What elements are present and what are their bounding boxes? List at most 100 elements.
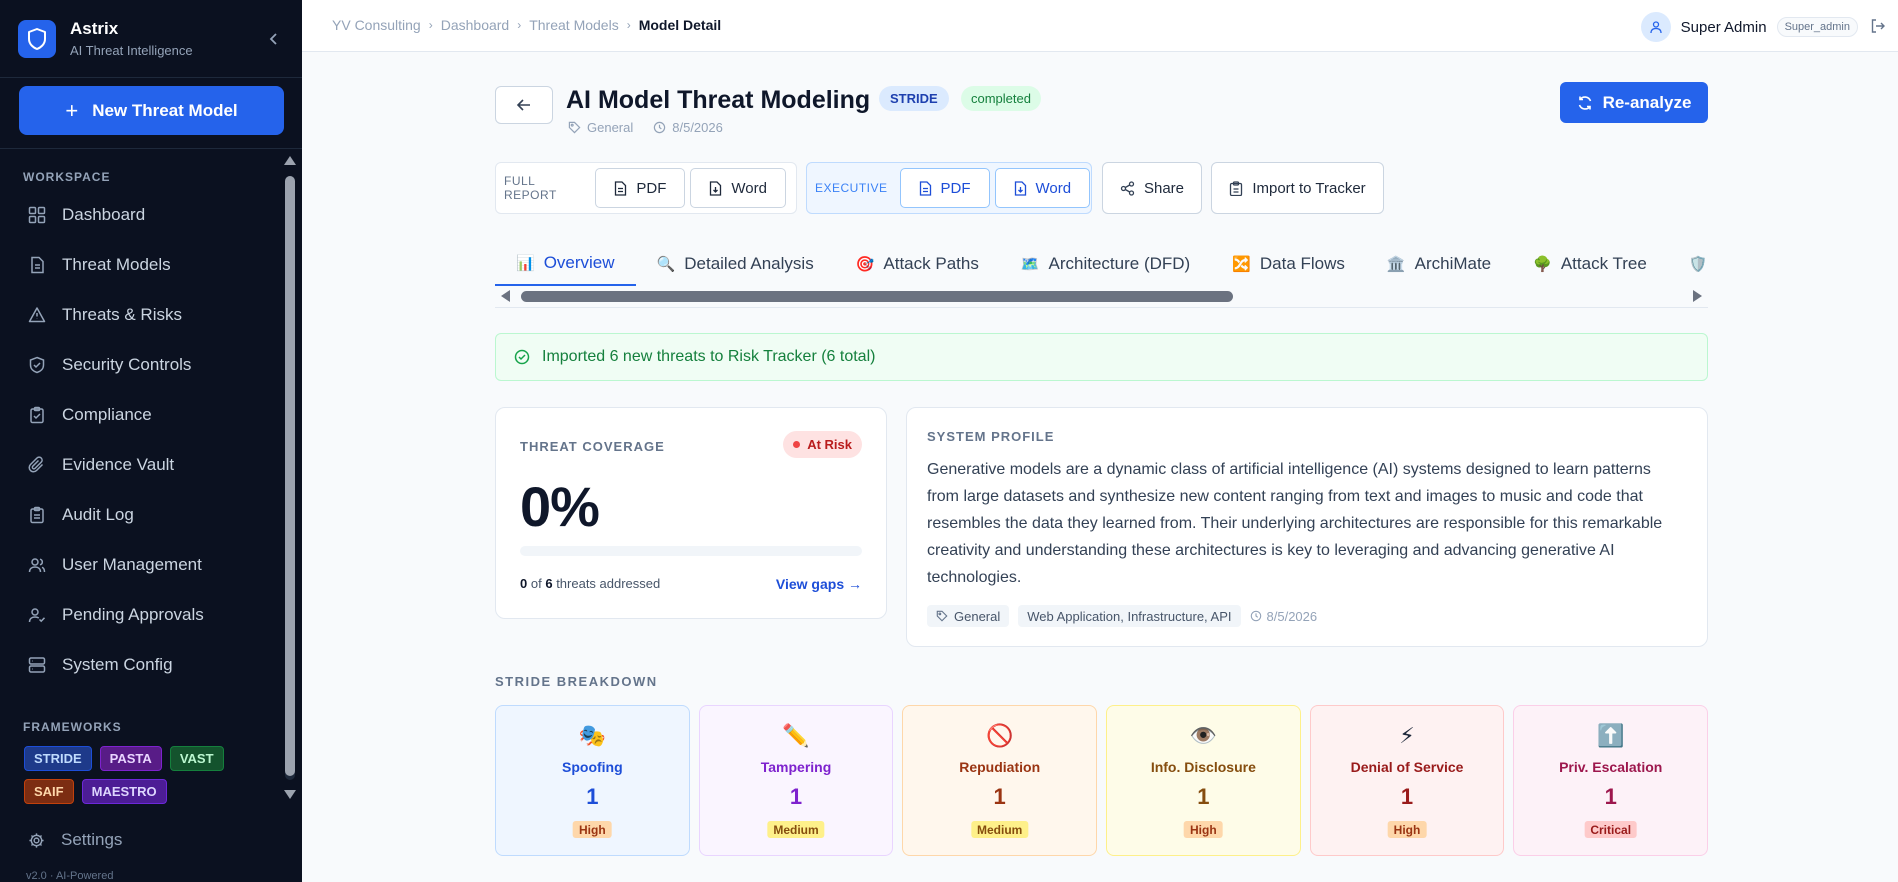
share-button[interactable]: Share — [1102, 162, 1202, 214]
map-icon: 🗺️ — [1020, 256, 1040, 273]
model-date: 8/5/2026 — [672, 120, 723, 135]
sidebar-item-threat-models[interactable]: Threat Models — [20, 240, 275, 290]
breadcrumb-org[interactable]: YV Consulting — [332, 17, 421, 33]
tab-label: Data Flows — [1259, 254, 1345, 273]
breadcrumb-threat-models[interactable]: Threat Models — [529, 17, 618, 33]
tab-detailed-analysis[interactable]: 🔍 Detailed Analysis — [636, 242, 835, 286]
gear-icon — [29, 832, 44, 848]
chevron-right-icon: › — [428, 18, 433, 32]
executive-word-button[interactable]: Word — [994, 168, 1091, 208]
new-threat-model-button[interactable]: + New Threat Model — [19, 86, 284, 135]
full-report-word-button[interactable]: Word — [690, 168, 786, 208]
tab-label: Detailed Analysis — [684, 254, 814, 273]
sidebar-item-label: User Management — [62, 555, 202, 574]
stride-card-info-disclosure[interactable]: 👁️ Info. Disclosure 1 High — [1106, 705, 1301, 856]
user-menu[interactable]: Super Admin Super_admin — [1640, 12, 1858, 42]
stride-card-priv-escalation[interactable]: ⬆️ Priv. Escalation 1 Critical — [1513, 705, 1709, 856]
stride-card-repudiation[interactable]: 🚫 Repudiation 1 Medium — [902, 705, 1098, 856]
scrollbar-thumb[interactable] — [285, 176, 295, 776]
eye-icon: 👁️ — [1189, 723, 1218, 748]
tab-truncated[interactable]: 🛡️T — [1668, 242, 1708, 286]
chevron-right-icon: › — [626, 18, 631, 32]
severity-badge: Medium — [767, 821, 825, 838]
framework-tag-stride[interactable]: STRIDE — [24, 746, 92, 771]
user-check-icon — [28, 608, 46, 623]
sidebar-item-threats-risks[interactable]: Threats & Risks — [20, 290, 275, 340]
tab-scrollbar-thumb[interactable] — [521, 291, 1233, 302]
tab-overview[interactable]: 📊 Overview — [495, 242, 636, 286]
full-report-pdf-button[interactable]: PDF — [595, 168, 686, 208]
top-header: YV Consulting › Dashboard › Threat Model… — [302, 0, 1898, 52]
sidebar-item-compliance[interactable]: Compliance — [20, 390, 275, 440]
scroll-down-arrow-icon[interactable] — [284, 790, 296, 799]
word-label: Word — [1035, 179, 1072, 197]
full-report-label: FULL REPORT — [504, 174, 557, 202]
collapse-sidebar-button[interactable] — [264, 29, 284, 49]
stride-card-spoofing[interactable]: 🎭 Spoofing 1 High — [495, 705, 690, 856]
total-count: 6 — [545, 576, 553, 591]
shield-icon: 🛡️ — [1688, 256, 1708, 273]
framework-tag-vast[interactable]: VAST — [169, 746, 224, 771]
sidebar-item-dashboard[interactable]: Dashboard — [20, 190, 275, 240]
view-gaps-link[interactable]: View gaps → — [776, 576, 862, 592]
stride-breakdown: 🎭 Spoofing 1 High ✏️ Tampering 1 Medium 🚫 Repud… — [495, 705, 1709, 856]
tab-scrollbar[interactable] — [495, 286, 1708, 308]
tab-data-flows[interactable]: 🔀 Data Flows — [1211, 242, 1366, 286]
tab-label: ArchiMate — [1414, 254, 1492, 273]
framework-tags: STRIDE PASTA VAST SAIF MAESTRO — [24, 746, 244, 804]
tab-archimate[interactable]: 🏛️ ArchiMate — [1366, 242, 1512, 286]
clock-icon — [1250, 610, 1261, 622]
clock-icon — [654, 121, 666, 134]
stride-breakdown-label: STRIDE BREAKDOWN — [495, 674, 658, 689]
sidebar-item-user-management[interactable]: User Management — [20, 540, 275, 590]
shield-check-icon — [29, 356, 45, 374]
plus-icon: + — [65, 97, 79, 123]
coverage-summary: 0 of 6 threats addressed — [520, 576, 660, 591]
tag-icon — [568, 121, 581, 134]
sidebar-item-label: Security Controls — [62, 355, 192, 374]
stride-card-denial-of-service[interactable]: ⚡ Denial of Service 1 High — [1309, 705, 1505, 856]
clipboard-icon — [30, 506, 44, 524]
sidebar-item-security-controls[interactable]: Security Controls — [20, 340, 275, 390]
arrow-left-icon — [516, 99, 530, 111]
framework-tag-pasta[interactable]: PASTA — [99, 746, 162, 771]
severity-badge: High — [1387, 821, 1427, 838]
tab-attack-paths[interactable]: 🎯 Attack Paths — [835, 242, 1000, 286]
stride-category-name: Tampering — [760, 759, 832, 775]
share-label: Share — [1143, 179, 1185, 197]
breadcrumb-dashboard[interactable]: Dashboard — [441, 17, 510, 33]
file-text-icon — [615, 180, 627, 196]
back-button[interactable] — [495, 86, 553, 124]
framework-tag-saif[interactable]: SAIF — [24, 779, 74, 804]
scroll-up-arrow-icon[interactable] — [284, 156, 296, 165]
sidebar-item-audit-log[interactable]: Audit Log — [20, 490, 275, 540]
logout-button[interactable] — [1870, 18, 1886, 39]
check-circle-icon — [514, 349, 530, 365]
scroll-left-arrow-icon[interactable] — [501, 290, 510, 302]
sidebar-item-evidence-vault[interactable]: Evidence Vault — [20, 440, 275, 490]
settings-link[interactable]: Settings — [28, 830, 122, 850]
stride-card-tampering[interactable]: ✏️ Tampering 1 Medium — [698, 705, 894, 856]
page-title: AI Model Threat Modeling — [566, 86, 871, 114]
sidebar-item-pending-approvals[interactable]: Pending Approvals — [20, 590, 275, 640]
chevron-right-icon: › — [517, 18, 522, 32]
lightning-icon: ⚡ — [1399, 723, 1415, 748]
scroll-right-arrow-icon[interactable] — [1693, 290, 1702, 302]
word-label: Word — [731, 179, 767, 197]
tab-attack-tree[interactable]: 🌳 Attack Tree — [1512, 242, 1668, 286]
re-analyze-button[interactable]: Re-analyze — [1560, 82, 1708, 123]
tab-label: Attack Paths — [883, 254, 979, 273]
pdf-label: PDF — [636, 179, 667, 197]
import-to-tracker-button[interactable]: Import to Tracker — [1211, 162, 1384, 214]
framework-tag-maestro[interactable]: MAESTRO — [81, 779, 167, 804]
sidebar-scroll-area: WORKSPACE Dashboard Threat Models Threat… — [0, 150, 302, 805]
pdf-label: PDF — [940, 179, 971, 197]
executive-pdf-button[interactable]: PDF — [899, 168, 990, 208]
tab-architecture-dfd[interactable]: 🗺️ Architecture (DFD) — [1000, 242, 1211, 286]
sidebar-scrollbar[interactable] — [282, 152, 298, 803]
warning-icon — [28, 307, 46, 323]
sidebar-item-system-config[interactable]: System Config — [20, 640, 275, 690]
severity-badge: High — [1184, 821, 1223, 838]
version-text: v2.0 · AI-Powered — [26, 870, 114, 882]
frameworks-label: FRAMEWORKS — [23, 720, 122, 734]
